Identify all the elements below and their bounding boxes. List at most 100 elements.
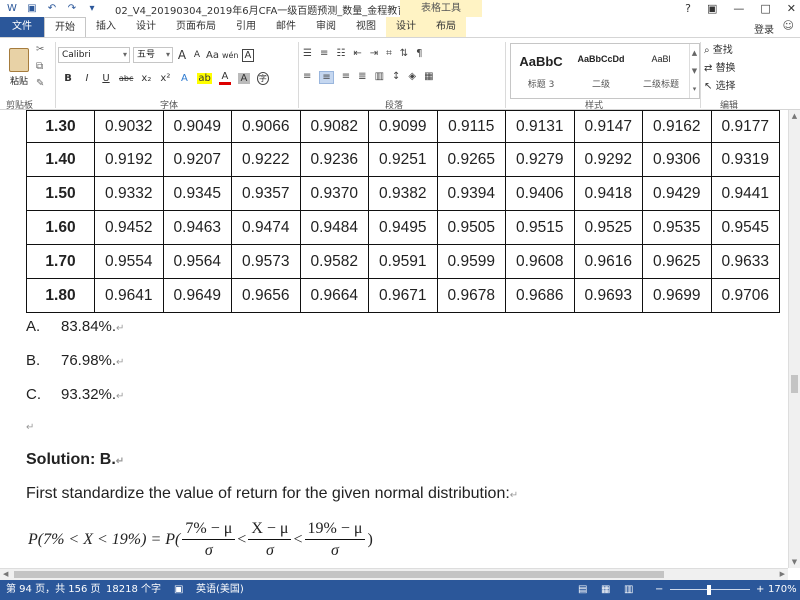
word-app-icon[interactable]: W: [6, 3, 18, 15]
tab-mailings[interactable]: 邮件: [266, 17, 306, 37]
probability-cell[interactable]: 0.9525: [573, 210, 643, 245]
strikethrough-button[interactable]: abc: [119, 74, 133, 83]
phonetic-guide-button[interactable]: wén: [222, 51, 239, 60]
customize-toolbar-icon[interactable]: ▾: [86, 3, 98, 15]
probability-cell[interactable]: 0.9693: [573, 278, 643, 313]
probability-cell[interactable]: 0.9162: [642, 110, 712, 143]
align-left-icon[interactable]: ≡: [303, 71, 311, 84]
language-indicator[interactable]: 英语(美国): [196, 580, 244, 600]
select-button[interactable]: ↖ 选择: [704, 78, 736, 96]
probability-cell[interactable]: 0.9147: [573, 110, 643, 143]
z-score-cell[interactable]: 1.80: [26, 278, 95, 313]
probability-cell[interactable]: 0.9265: [436, 142, 506, 177]
line-spacing-icon[interactable]: ↕: [392, 71, 400, 84]
chinese-layout-icon[interactable]: ⌗: [386, 48, 392, 59]
zoom-level[interactable]: 170%: [768, 580, 797, 600]
style-level-2-heading[interactable]: AaBl 二级标题: [631, 44, 691, 98]
probability-cell[interactable]: 0.9641: [94, 278, 164, 313]
read-mode-icon[interactable]: ▤: [578, 580, 587, 600]
change-case-button[interactable]: Aa: [206, 50, 219, 61]
probability-cell[interactable]: 0.9406: [505, 176, 575, 211]
page-count[interactable]: 第 94 页，共 156 页: [6, 580, 101, 600]
probability-cell[interactable]: 0.9706: [710, 278, 780, 313]
scroll-left-icon[interactable]: ◀: [3, 569, 8, 580]
font-name-dropdown[interactable]: Calibri: [58, 47, 130, 63]
probability-cell[interactable]: 0.9279: [505, 142, 575, 177]
probability-cell[interactable]: 0.9131: [505, 110, 575, 143]
probability-cell[interactable]: 0.9177: [710, 110, 780, 143]
probability-cell[interactable]: 0.9251: [368, 142, 438, 177]
web-layout-icon[interactable]: ▥: [624, 580, 633, 600]
probability-cell[interactable]: 0.9564: [162, 244, 232, 279]
font-color-button[interactable]: A: [218, 71, 231, 85]
zoom-in-button[interactable]: +: [756, 580, 764, 600]
probability-cell[interactable]: 0.9484: [299, 210, 369, 245]
account-icon[interactable]: ☺: [783, 19, 794, 32]
character-shading-button[interactable]: A: [237, 72, 250, 84]
close-button[interactable]: ✕: [787, 0, 796, 17]
shrink-font-button[interactable]: A: [191, 50, 203, 60]
probability-cell[interactable]: 0.9394: [436, 176, 506, 211]
probability-cell[interactable]: 0.9382: [368, 176, 438, 211]
scroll-up-icon[interactable]: ▲: [789, 112, 800, 120]
z-score-cell[interactable]: 1.60: [26, 210, 95, 245]
z-score-cell[interactable]: 1.50: [26, 176, 95, 211]
z-score-cell[interactable]: 1.70: [26, 244, 95, 279]
bullets-icon[interactable]: ☰: [303, 48, 312, 59]
probability-cell[interactable]: 0.9633: [710, 244, 780, 279]
vertical-scroll-thumb[interactable]: [791, 375, 798, 393]
font-size-dropdown[interactable]: 五号: [133, 47, 173, 63]
style-level-2[interactable]: AaBbCcDd 二级: [571, 44, 631, 98]
probability-cell[interactable]: 0.9474: [231, 210, 301, 245]
probability-cell[interactable]: 0.9115: [436, 110, 506, 143]
align-right-icon[interactable]: ≡: [342, 71, 350, 84]
z-score-cell[interactable]: 1.40: [26, 142, 95, 177]
sort-icon[interactable]: ⇅: [400, 48, 408, 59]
z-score-cell[interactable]: 1.30: [26, 110, 95, 143]
scroll-right-icon[interactable]: ▶: [780, 569, 785, 580]
save-icon[interactable]: ▣: [26, 3, 38, 15]
distributed-icon[interactable]: ▥: [375, 71, 384, 84]
bold-button[interactable]: B: [62, 73, 74, 84]
ribbon-display-options-button[interactable]: ▣: [707, 0, 717, 17]
probability-cell[interactable]: 0.9099: [368, 110, 438, 143]
highlight-color-button[interactable]: ab: [197, 72, 212, 84]
tab-table-layout[interactable]: 布局: [426, 17, 466, 37]
undo-icon[interactable]: ↶: [46, 3, 58, 15]
probability-cell[interactable]: 0.9049: [162, 110, 232, 143]
grow-font-button[interactable]: A: [176, 48, 188, 62]
probability-cell[interactable]: 0.9608: [505, 244, 575, 279]
horizontal-scrollbar[interactable]: ◀ ▶: [0, 568, 788, 580]
style-heading-3[interactable]: AaBbC 标题 3: [511, 44, 571, 98]
probability-cell[interactable]: 0.9463: [162, 210, 232, 245]
redo-icon[interactable]: ↷: [66, 3, 78, 15]
tab-table-design[interactable]: 设计: [386, 17, 426, 37]
proofing-icon[interactable]: ▣: [174, 580, 183, 600]
probability-cell[interactable]: 0.9222: [231, 142, 301, 177]
horizontal-scroll-thumb[interactable]: [14, 571, 664, 578]
text-effects-button[interactable]: A: [178, 73, 190, 84]
probability-cell[interactable]: 0.9599: [436, 244, 506, 279]
tab-review[interactable]: 审阅: [306, 17, 346, 37]
find-button[interactable]: ⌕ 查找: [704, 42, 736, 60]
justify-icon[interactable]: ≣: [358, 71, 366, 84]
probability-cell[interactable]: 0.9625: [642, 244, 712, 279]
paste-button[interactable]: 粘贴: [6, 48, 32, 92]
character-border-button[interactable]: A: [241, 48, 255, 62]
probability-cell[interactable]: 0.9032: [94, 110, 164, 143]
tab-page-layout[interactable]: 页面布局: [166, 17, 226, 37]
probability-cell[interactable]: 0.9207: [162, 142, 232, 177]
zoom-slider-handle[interactable]: [707, 585, 711, 595]
probability-cell[interactable]: 0.9678: [436, 278, 506, 313]
replace-button[interactable]: ⇄ 替换: [704, 60, 736, 78]
maximize-button[interactable]: □: [760, 0, 770, 17]
probability-cell[interactable]: 0.9554: [94, 244, 164, 279]
probability-cell[interactable]: 0.9292: [573, 142, 643, 177]
probability-cell[interactable]: 0.9582: [299, 244, 369, 279]
probability-cell[interactable]: 0.9192: [94, 142, 164, 177]
probability-cell[interactable]: 0.9345: [162, 176, 232, 211]
probability-cell[interactable]: 0.9066: [231, 110, 301, 143]
probability-cell[interactable]: 0.9671: [368, 278, 438, 313]
tab-home[interactable]: 开始: [44, 17, 86, 37]
italic-button[interactable]: I: [81, 73, 93, 84]
